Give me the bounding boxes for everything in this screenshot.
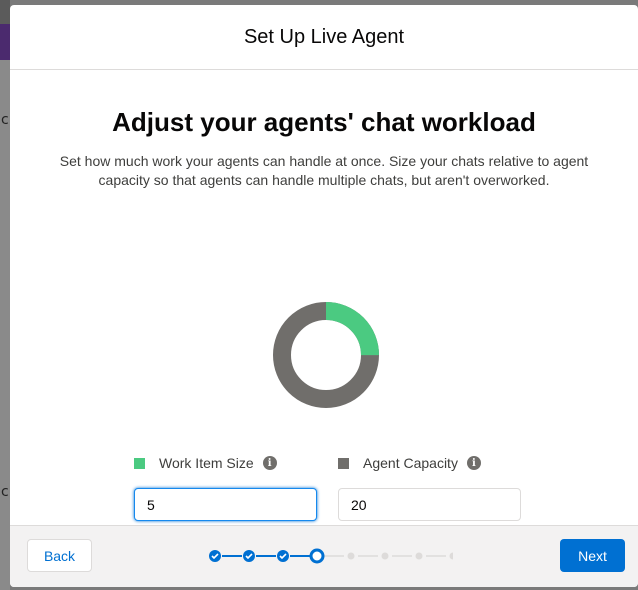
next-button[interactable]: Next	[560, 539, 625, 572]
work-item-size-field: Work Item Size i	[134, 454, 317, 521]
setup-modal: Set Up Live Agent Adjust your agents' ch…	[10, 5, 638, 587]
background-text-fragment: c	[1, 484, 9, 500]
modal-title: Set Up Live Agent	[243, 25, 405, 48]
progress-indicator	[209, 548, 454, 564]
modal-body: Adjust your agents' chat workload Set ho…	[10, 70, 638, 528]
modal-header: Set Up Live Agent	[10, 5, 638, 70]
back-button[interactable]: Back	[27, 539, 92, 572]
progress-step-incomplete[interactable]	[347, 552, 355, 560]
agent-capacity-label: Agent Capacity	[363, 455, 458, 471]
progress-step-incomplete[interactable]	[381, 552, 389, 560]
page-heading: Adjust your agents' chat workload	[112, 107, 536, 137]
background-text-fragment: c	[1, 112, 9, 128]
workload-donut-chart	[273, 302, 379, 408]
agent-capacity-label-row: Agent Capacity i	[338, 454, 521, 472]
progress-step-current[interactable]	[309, 548, 325, 564]
background-nav-strip	[0, 24, 10, 60]
agent-capacity-swatch	[338, 457, 349, 469]
progress-step-incomplete[interactable]	[415, 552, 423, 560]
progress-step-incomplete[interactable]	[449, 552, 454, 560]
progress-step-complete[interactable]	[209, 550, 221, 562]
background-header	[0, 0, 10, 24]
work-item-size-input[interactable]	[134, 488, 317, 521]
work-item-size-swatch	[134, 457, 145, 469]
progress-step-complete[interactable]	[277, 550, 289, 562]
modal-footer: Back Next	[10, 525, 638, 587]
info-icon[interactable]: i	[466, 456, 481, 470]
agent-capacity-field: Agent Capacity i	[338, 454, 521, 521]
work-item-size-label-row: Work Item Size i	[134, 454, 317, 472]
background-page: c c	[0, 0, 10, 590]
agent-capacity-input[interactable]	[338, 488, 521, 521]
info-icon[interactable]: i	[262, 456, 277, 470]
work-item-size-label: Work Item Size	[159, 455, 254, 471]
progress-step-complete[interactable]	[243, 550, 255, 562]
page-description: Set how much work your agents can handle…	[59, 153, 589, 188]
